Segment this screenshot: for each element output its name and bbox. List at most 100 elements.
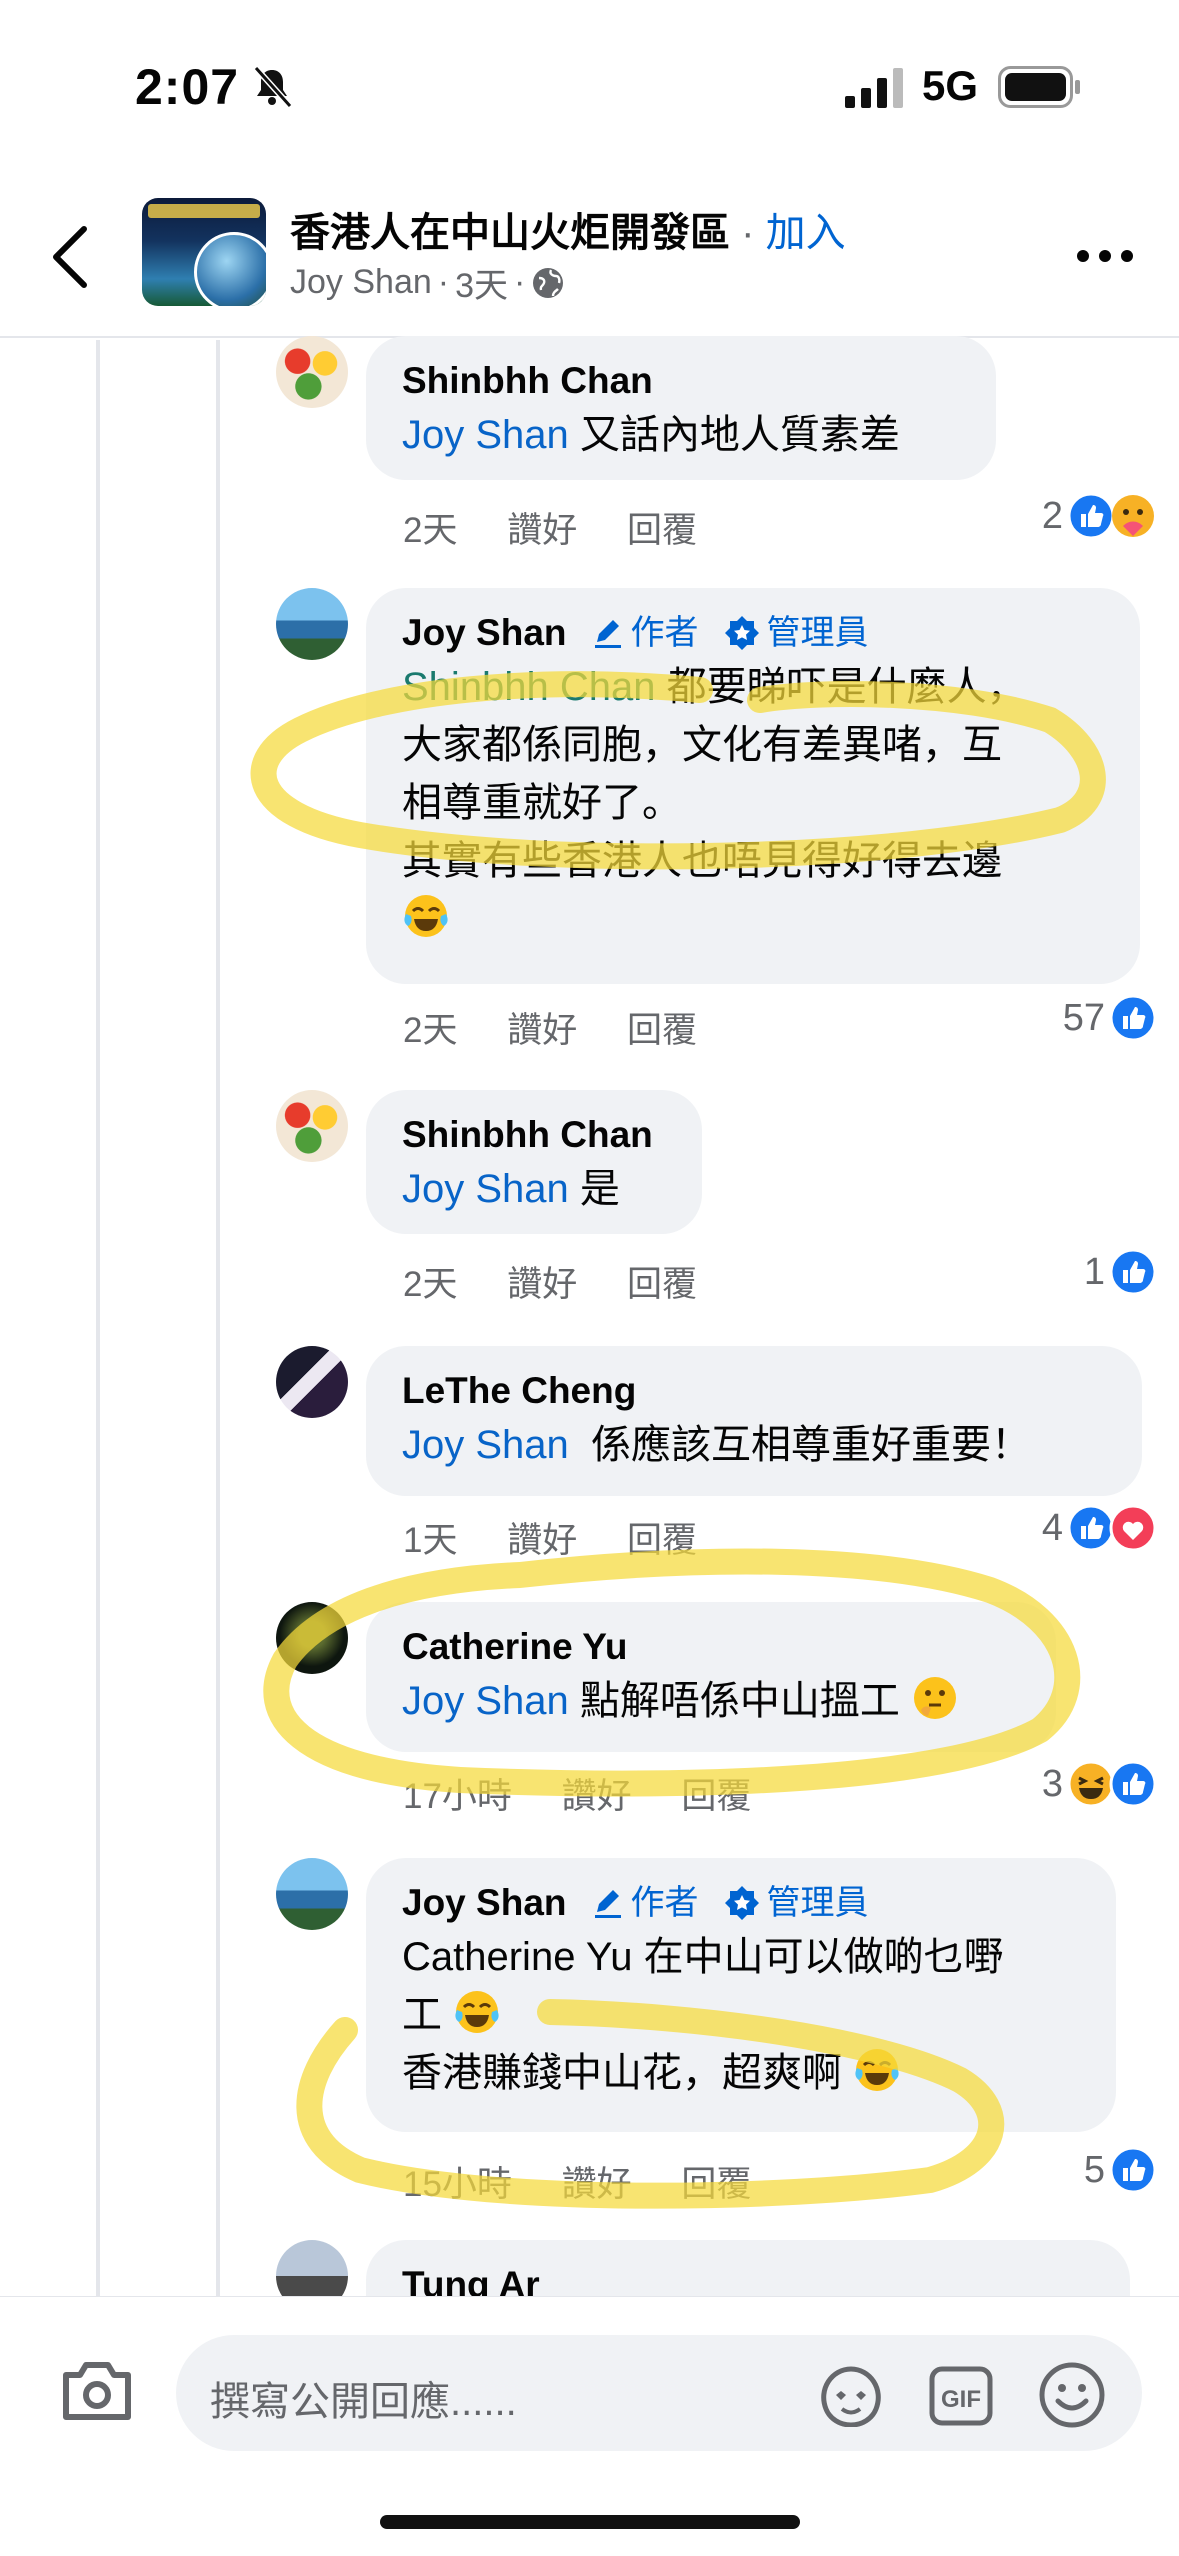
- like-reaction-icon: [1067, 492, 1115, 540]
- mention-link[interactable]: Joy Shan: [402, 1167, 569, 1211]
- comment-bubble: Catherine Yu Joy Shan 點解唔係中山搵工: [366, 1602, 1056, 1752]
- reply-composer: 撰寫公開回應...... GIF: [0, 2296, 1179, 2556]
- reaction-summary[interactable]: 1: [1084, 1248, 1157, 1296]
- like-reaction-icon: [1109, 1760, 1157, 1808]
- bell-slash-icon: [253, 65, 293, 108]
- commenter-avatar[interactable]: [276, 1602, 348, 1674]
- commenter-avatar[interactable]: [276, 1090, 348, 1162]
- back-icon[interactable]: [48, 225, 92, 289]
- reply-thread-line: [216, 340, 220, 2300]
- comment-text-line: Catherine Yu 在中山可以做啲乜嘢: [402, 1935, 1004, 1979]
- reaction-count: 4: [1041, 1506, 1063, 1549]
- comment-actions: 1天 讚好 回覆: [403, 1512, 737, 1563]
- reply-action[interactable]: 回覆: [627, 511, 697, 550]
- author-badge: 作者: [591, 608, 699, 658]
- comment-time: 2天: [403, 1011, 458, 1050]
- avatar-sticker-icon[interactable]: [816, 2365, 886, 2427]
- comment-text-line: 大家都係同胞，文化有差異啫，互: [402, 723, 1002, 767]
- network-label: 5G: [922, 62, 979, 109]
- group-name[interactable]: 香港人在中山火炬開發區: [290, 211, 730, 255]
- post-meta: Joy Shan · 3天 ·: [290, 258, 565, 307]
- like-reaction-icon: [1109, 994, 1157, 1042]
- admin-badge: 管理員: [723, 1878, 869, 1928]
- join-group-link[interactable]: 加入: [766, 211, 846, 255]
- like-reaction-icon: [1067, 1504, 1115, 1552]
- like-action[interactable]: 讚好: [507, 511, 577, 550]
- battery-icon: [998, 66, 1080, 108]
- commenter-avatar[interactable]: [276, 1346, 348, 1418]
- love-reaction-icon: [1109, 1504, 1157, 1552]
- care-reaction-icon: [1112, 495, 1154, 537]
- post-author[interactable]: Joy Shan: [290, 263, 432, 302]
- reply-input[interactable]: 撰寫公開回應...... GIF: [176, 2335, 1142, 2451]
- commenter-name[interactable]: Joy Shan: [402, 608, 567, 658]
- like-action[interactable]: 讚好: [507, 1265, 577, 1304]
- meta-dot: ·: [437, 263, 450, 301]
- admin-badge: 管理員: [723, 608, 869, 658]
- mention-link[interactable]: Joy Shan: [402, 1423, 569, 1467]
- reaction-summary[interactable]: 4: [1042, 1504, 1157, 1552]
- commenter-name[interactable]: Catherine Yu: [402, 1622, 1020, 1672]
- commenter-avatar[interactable]: [276, 336, 348, 408]
- like-action[interactable]: 讚好: [562, 2165, 632, 2204]
- comment-time: 1天: [403, 1521, 458, 1560]
- comment-text: Joy Shan 是: [402, 1167, 620, 1211]
- tears-of-joy-emoji: [455, 1991, 499, 2033]
- camera-icon[interactable]: [60, 2357, 134, 2423]
- reaction-summary[interactable]: 57: [1063, 994, 1157, 1042]
- comment-time: 2天: [403, 511, 458, 550]
- reply-action[interactable]: 回覆: [627, 1011, 697, 1050]
- commenter-name[interactable]: Joy Shan: [402, 1878, 567, 1928]
- comment-text-line: 香港賺錢中山花，超爽啊: [402, 2044, 1080, 2102]
- tears-of-joy-emoji: [855, 2049, 899, 2091]
- comment-text: Joy Shan 係應該互相尊重好重要！: [402, 1423, 1032, 1467]
- like-action[interactable]: 讚好: [507, 1521, 577, 1560]
- comment-text-line: 相尊重就好了。: [402, 781, 682, 825]
- tears-of-joy-emoji: [404, 895, 448, 937]
- comment-bubble: Joy Shan 作者 管理員 Shinbhh Chan 都要睇吓是什麼人， 大…: [366, 588, 1140, 984]
- emoji-icon[interactable]: [1038, 2361, 1106, 2429]
- globe-icon: [533, 267, 564, 298]
- group-title[interactable]: 香港人在中山火炬開發區 · 加入: [290, 200, 846, 258]
- reaction-count: 3: [1041, 1762, 1063, 1805]
- comment-actions: 17小時 讚好 回覆: [403, 1768, 791, 1819]
- comment-bubble: LeThe Cheng Joy Shan 係應該互相尊重好重要！: [366, 1346, 1142, 1496]
- comment-bubble: Shinbhh Chan Joy Shan 是: [366, 1090, 702, 1234]
- commenter-name-row: Joy Shan 作者 管理員: [402, 608, 1104, 658]
- reaction-summary[interactable]: 2: [1042, 492, 1157, 540]
- group-avatar[interactable]: [142, 198, 266, 306]
- reaction-count: 1: [1083, 1250, 1105, 1293]
- reaction-summary[interactable]: 3: [1042, 1760, 1157, 1808]
- reply-action[interactable]: 回覆: [681, 1777, 751, 1816]
- like-action[interactable]: 讚好: [562, 1777, 632, 1816]
- mention-link[interactable]: Shinbhh Chan: [402, 665, 656, 709]
- comment-actions: 2天 讚好 回覆: [403, 1002, 737, 1053]
- comment-text-line: Shinbhh Chan 都要睇吓是什麼人，: [402, 665, 1027, 709]
- admin-shield-icon: [724, 616, 759, 650]
- mention-link[interactable]: Joy Shan: [402, 1679, 569, 1723]
- comment-text-line: 其實有些香港人也唔見得好得去邊: [402, 839, 1002, 883]
- comment-actions: 2天 讚好 回覆: [403, 1256, 737, 1307]
- title-separator: ·: [741, 211, 755, 255]
- comment-text: Joy Shan 點解唔係中山搵工: [402, 1672, 1020, 1730]
- gif-icon[interactable]: GIF: [928, 2365, 994, 2427]
- commenter-name[interactable]: Shinbhh Chan: [402, 1110, 666, 1160]
- admin-shield-icon: [724, 1886, 759, 1920]
- pencil-icon: [594, 620, 621, 648]
- reply-action[interactable]: 回覆: [627, 1521, 697, 1560]
- author-badge: 作者: [591, 1878, 699, 1928]
- reaction-summary[interactable]: 5: [1084, 2146, 1157, 2194]
- reply-action[interactable]: 回覆: [627, 1265, 697, 1304]
- more-options-icon[interactable]: [1075, 248, 1135, 264]
- mention-link[interactable]: Joy Shan: [402, 413, 569, 457]
- comment-time: 2天: [403, 1265, 458, 1304]
- reply-action[interactable]: 回覆: [681, 2165, 751, 2204]
- like-action[interactable]: 讚好: [507, 1011, 577, 1050]
- commenter-avatar[interactable]: [276, 588, 348, 660]
- commenter-name[interactable]: LeThe Cheng: [402, 1366, 1106, 1416]
- reply-placeholder: 撰寫公開回應......: [210, 2380, 517, 2424]
- comment-text: Joy Shan 又話內地人質素差: [402, 413, 900, 457]
- reaction-count: 57: [1062, 996, 1105, 1039]
- commenter-name[interactable]: Shinbhh Chan: [402, 356, 960, 406]
- commenter-avatar[interactable]: [276, 1858, 348, 1930]
